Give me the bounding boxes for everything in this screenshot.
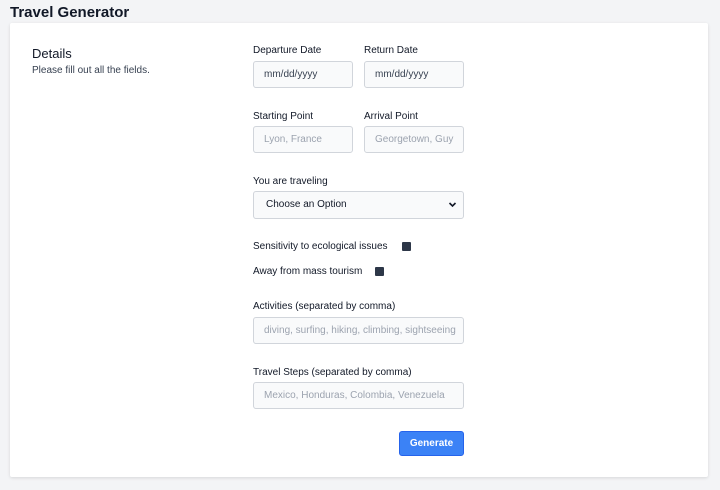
travel-steps-input[interactable]: Mexico, Honduras, Colombia, Venezuela bbox=[253, 382, 464, 409]
activities-label: Activities (separated by comma) bbox=[253, 301, 396, 312]
travel-steps-label: Travel Steps (separated by comma) bbox=[253, 367, 412, 378]
return-date-input[interactable]: mm/dd/yyyy bbox=[364, 61, 464, 88]
traveling-select[interactable]: Choose an Option bbox=[253, 191, 464, 219]
details-card: Details Please fill out all the fields. … bbox=[10, 23, 708, 477]
departure-date-label: Departure Date bbox=[253, 45, 322, 56]
section-description: Please fill out all the fields. bbox=[32, 65, 150, 76]
chevron-down-icon bbox=[448, 192, 457, 228]
return-date-label: Return Date bbox=[364, 45, 418, 56]
generate-button[interactable]: Generate bbox=[399, 431, 464, 456]
departure-date-input[interactable]: mm/dd/yyyy bbox=[253, 61, 353, 88]
mass-tourism-label: Away from mass tourism bbox=[253, 266, 363, 277]
eco-sensitivity-label: Sensitivity to ecological issues bbox=[253, 241, 388, 252]
starting-point-label: Starting Point bbox=[253, 111, 314, 122]
starting-point-input[interactable]: Lyon, France bbox=[253, 126, 353, 153]
arrival-point-input[interactable]: Georgetown, Guy bbox=[364, 126, 464, 153]
activities-input[interactable]: diving, surfing, hiking, climbing, sight… bbox=[253, 317, 464, 344]
section-title: Details bbox=[32, 46, 72, 61]
arrival-point-label: Arrival Point bbox=[364, 111, 418, 122]
traveling-label: You are traveling bbox=[253, 176, 328, 187]
mass-tourism-checkbox[interactable] bbox=[375, 267, 384, 276]
eco-sensitivity-checkbox[interactable] bbox=[402, 242, 411, 251]
app-title: Travel Generator bbox=[10, 4, 130, 21]
traveling-select-value: Choose an Option bbox=[266, 199, 347, 210]
